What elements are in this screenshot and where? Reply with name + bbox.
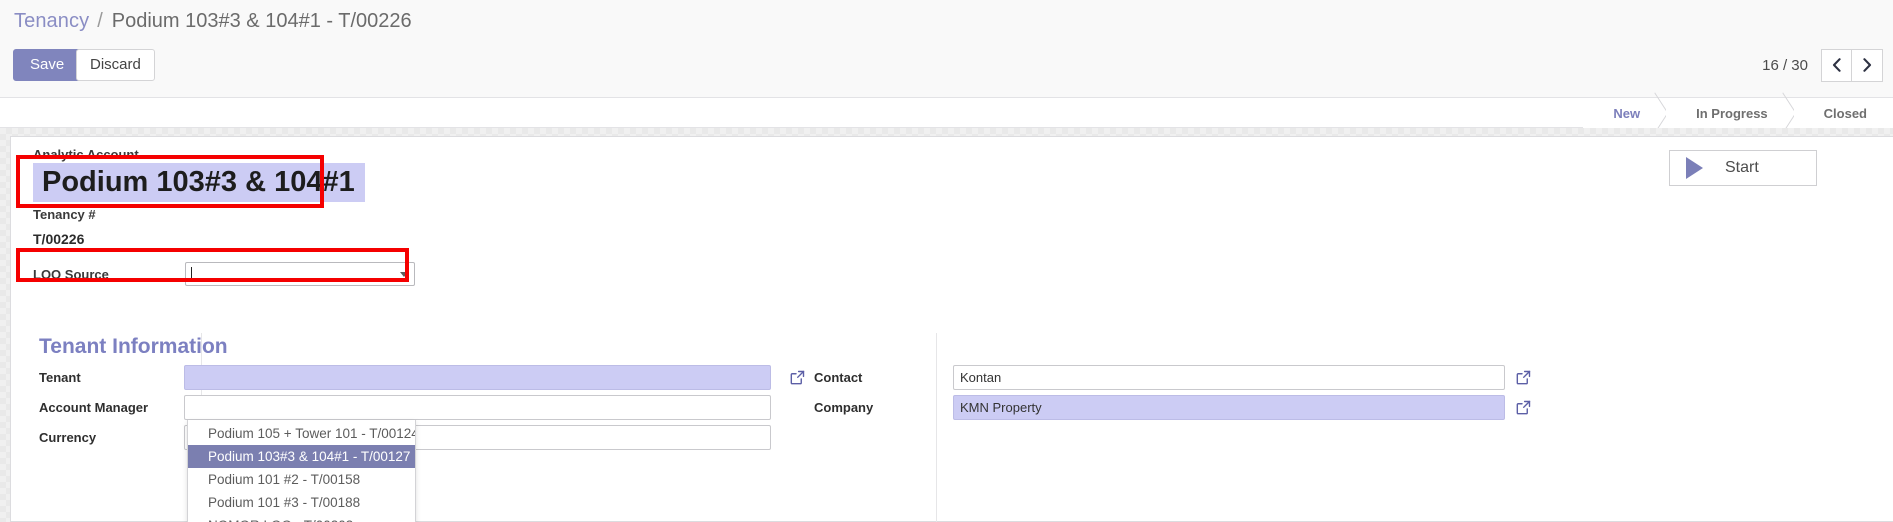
pager-next-button[interactable] (1852, 48, 1883, 82)
chevron-left-icon (1832, 58, 1841, 72)
status-stage-closed[interactable]: Closed (1793, 98, 1893, 128)
company-select[interactable]: KMN Property (953, 395, 1505, 420)
dropdown-option[interactable]: NOMOR LOO - T/00203 (188, 514, 415, 522)
discard-button[interactable]: Discard (76, 49, 155, 81)
chevron-right-icon (1862, 58, 1872, 72)
analytic-account-input[interactable]: Podium 103#3 & 104#1 (33, 163, 365, 203)
start-button[interactable]: Start (1669, 150, 1817, 186)
tenant-information-heading: Tenant Information (39, 335, 228, 358)
form-sheet: Start Analytic Account Podium 103#3 & 10… (10, 136, 1893, 522)
account-manager-label: Account Manager (39, 400, 149, 415)
contact-label: Contact (814, 370, 863, 385)
currency-label: Currency (39, 430, 97, 445)
breadcrumb: Tenancy / Podium 103#3 & 104#1 - T/00226 (0, 0, 1893, 42)
loo-source-input[interactable] (185, 262, 415, 286)
external-link-icon[interactable] (1516, 400, 1531, 415)
contact-label-group: Contact (790, 370, 953, 385)
dropdown-option-selected[interactable]: Podium 103#3 & 104#1 - T/00127 (188, 445, 415, 468)
text-caret (191, 266, 192, 282)
contact-input[interactable]: Kontan (953, 365, 1505, 390)
tenancy-number-label: Tenancy # (33, 207, 96, 223)
company-label-group: Company (790, 400, 953, 415)
loo-source-dropdown[interactable]: Podium 105 + Tower 101 - T/00124 Podium … (187, 420, 416, 522)
loo-source-row: LOO Source (33, 262, 415, 286)
status-stage-label: Closed (1823, 105, 1867, 121)
tenancy-number-value: T/00226 (33, 231, 85, 248)
analytic-account-label: Analytic Account (33, 147, 139, 162)
dropdown-option[interactable]: Podium 101 #2 - T/00158 (188, 468, 415, 491)
dropdown-option[interactable]: Podium 105 + Tower 101 - T/00124 (188, 422, 415, 445)
save-button[interactable]: Save (13, 49, 82, 81)
play-icon (1686, 157, 1703, 179)
company-label: Company (814, 400, 874, 415)
chevron-down-icon[interactable] (400, 272, 408, 277)
breadcrumb-root-link[interactable]: Tenancy (14, 10, 89, 33)
status-stage-label: New (1613, 105, 1641, 121)
status-stage-label: In Progress (1696, 105, 1768, 121)
pager-previous-button[interactable] (1821, 48, 1852, 82)
loo-source-label: LOO Source (33, 266, 109, 282)
external-link-icon[interactable] (790, 370, 805, 385)
status-stage-in-progress[interactable]: In Progress (1666, 92, 1797, 134)
tenant-select[interactable] (184, 365, 771, 390)
form-row-account-manager-company: Account Manager Company KMN Property (39, 394, 1874, 421)
title-field-group: Analytic Account Podium 103#3 & 104#1 Te… (33, 147, 365, 247)
status-bar: New In Progress Closed (0, 92, 1893, 134)
tenancy-form-page: Tenancy / Podium 103#3 & 104#1 - T/00226… (0, 0, 1893, 522)
start-button-label: Start (1725, 159, 1759, 176)
status-stage-new[interactable]: New (1583, 92, 1669, 134)
external-link-icon[interactable] (1516, 370, 1531, 385)
action-bar: Save Discard 16 / 30 (0, 40, 1893, 98)
sheet-background: Start Analytic Account Podium 103#3 & 10… (0, 128, 1893, 522)
breadcrumb-separator: / (97, 9, 103, 32)
statusbar-stages: New In Progress Closed (1583, 92, 1893, 134)
account-manager-select[interactable] (184, 395, 771, 420)
dropdown-option[interactable]: Podium 101 #3 - T/00188 (188, 491, 415, 514)
form-row-tenant-contact: Tenant Contact Kontan (39, 364, 1874, 391)
tenant-label: Tenant (39, 370, 81, 385)
record-pager: 16 / 30 (1762, 47, 1883, 83)
breadcrumb-current: Podium 103#3 & 104#1 - T/00226 (111, 9, 412, 32)
pager-count: 16 / 30 (1762, 56, 1808, 74)
